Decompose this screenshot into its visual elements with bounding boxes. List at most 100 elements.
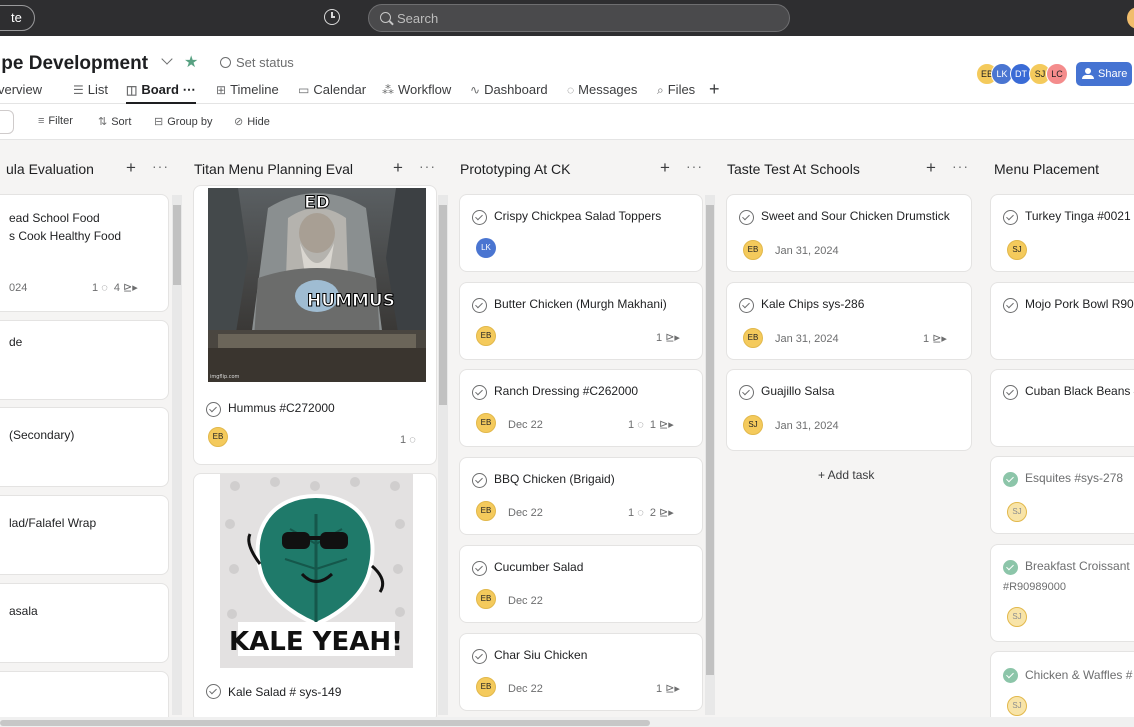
complete-check-icon[interactable] (472, 210, 487, 225)
add-task-button[interactable]: + (660, 158, 670, 178)
task-card[interactable]: asala (0, 583, 169, 663)
task-card[interactable]: Chicken & Waffles # SJ (990, 651, 1134, 717)
complete-check-icon[interactable] (472, 561, 487, 576)
assignee-avatar[interactable]: EB (476, 501, 496, 521)
task-card[interactable]: Crispy Chickpea Salad Toppers LK (459, 194, 703, 272)
tab-calendar[interactable]: ▭ Calendar (298, 82, 366, 104)
set-status-button[interactable]: Set status (236, 55, 294, 70)
add-task-button[interactable]: + (393, 158, 403, 178)
chevron-down-icon[interactable] (161, 53, 173, 65)
tab-dashboard[interactable]: ∿ Dashboard (470, 82, 548, 104)
column-scrollbar[interactable] (705, 195, 715, 715)
task-card[interactable]: ED HUMMUS imgflip.com Hummus #C272000 EB… (193, 185, 437, 465)
tab-list[interactable]: ☰ List (73, 82, 108, 104)
complete-check-icon[interactable] (739, 210, 754, 225)
task-card[interactable]: Turkey Tinga #0021 SJ (990, 194, 1134, 272)
task-card[interactable]: Sweet and Sour Chicken Drumstick EB Jan … (726, 194, 972, 272)
column-more-button[interactable]: ··· (952, 158, 969, 174)
assignee-avatar[interactable]: EB (476, 589, 496, 609)
completed-check-icon[interactable] (1003, 668, 1018, 683)
tab-more-button[interactable]: ⋯ (183, 82, 196, 97)
complete-check-icon[interactable] (472, 385, 487, 400)
tab-workflow[interactable]: ⁂ Workflow (382, 82, 451, 104)
assignee-avatar[interactable]: EB (208, 427, 228, 447)
task-card[interactable]: Cucumber Salad EB Dec 22 (459, 545, 703, 623)
horizontal-scrollbar[interactable] (0, 717, 1134, 727)
assignee-avatar[interactable]: EB (743, 328, 763, 348)
task-card[interactable]: Breakfast Croissant #R90989000 SJ (990, 544, 1134, 642)
scrollbar-thumb[interactable] (0, 720, 650, 726)
completed-check-icon[interactable] (1003, 560, 1018, 575)
complete-check-icon[interactable] (1003, 385, 1018, 400)
add-task-dropdown[interactable] (0, 110, 14, 134)
complete-check-icon[interactable] (472, 298, 487, 313)
complete-check-icon[interactable] (472, 649, 487, 664)
tab-messages[interactable]: ◌ Messages (567, 82, 637, 104)
tab-timeline[interactable]: ⊞ Timeline (216, 82, 279, 104)
assignee-avatar[interactable]: EB (476, 326, 496, 346)
tab-label: Timeline (230, 82, 279, 97)
complete-check-icon[interactable] (1003, 210, 1018, 225)
complete-check-icon[interactable] (1003, 298, 1018, 313)
search-bar[interactable] (368, 4, 790, 32)
task-card[interactable]: Guajillo Salsa SJ Jan 31, 2024 (726, 369, 972, 451)
task-card[interactable]: Butter Chicken (Murgh Makhani) EB 1 ⊵▸ (459, 282, 703, 360)
task-card[interactable]: Mojo Pork Bowl R90 (990, 282, 1134, 360)
complete-check-icon[interactable] (739, 298, 754, 313)
task-card[interactable]: Esquites #sys-278 SJ (990, 456, 1134, 534)
task-card[interactable]: (Secondary) (0, 407, 169, 487)
kale-yeah-sticker: KALE YEAH! (220, 474, 413, 668)
task-card[interactable]: lad/Falafel Wrap (0, 495, 169, 575)
completed-check-icon[interactable] (1003, 472, 1018, 487)
meme-caption-bottom: HUMMUS (307, 291, 395, 311)
star-icon[interactable]: ★ (184, 52, 198, 72)
column-more-button[interactable]: ··· (686, 158, 703, 174)
group-by-button[interactable]: ⊟ Group by (154, 115, 212, 128)
task-card[interactable]: KALE YEAH! Kale Salad # sys-149 (193, 473, 437, 717)
add-task-link[interactable]: + Add task (818, 468, 874, 482)
task-card[interactable]: Ranch Dressing #C262000 EB Dec 22 1 ◌ 1 … (459, 369, 703, 447)
tab-board[interactable]: ◫ Board ⋯ (126, 82, 196, 104)
complete-check-icon[interactable] (739, 385, 754, 400)
task-card[interactable]: BBQ Chicken (Brigaid) EB Dec 22 1 ◌ 2 ⊵▸ (459, 457, 703, 535)
column-more-button[interactable]: ··· (152, 158, 169, 174)
create-button[interactable]: te (0, 5, 35, 31)
due-date: Dec 22 (508, 419, 543, 431)
avatar[interactable]: LC (1046, 63, 1068, 85)
column-more-button[interactable]: ··· (419, 158, 436, 174)
tab-files[interactable]: ⌕ Files (657, 82, 695, 104)
assignee-avatar[interactable]: SJ (1007, 607, 1027, 627)
share-button[interactable]: Share (1076, 62, 1132, 86)
assignee-avatar[interactable]: EB (476, 677, 496, 697)
assignee-avatar[interactable]: SJ (1007, 502, 1027, 522)
sort-button[interactable]: ⇅ Sort (98, 115, 131, 128)
column-scrollbar[interactable] (172, 195, 182, 715)
hide-button[interactable]: ⊘ Hide (234, 115, 270, 128)
complete-check-icon[interactable] (472, 473, 487, 488)
column-title: ula Evaluation (6, 161, 94, 177)
due-date: Dec 22 (508, 507, 543, 519)
task-card[interactable]: Cuban Black Beans # (990, 369, 1134, 447)
complete-check-icon[interactable] (206, 402, 221, 417)
user-avatar[interactable] (1127, 7, 1134, 29)
task-card[interactable]: ead School Food s Cook Healthy Food 024 … (0, 194, 169, 312)
history-icon[interactable] (324, 9, 340, 25)
assignee-avatar[interactable]: EB (476, 413, 496, 433)
column-scrollbar[interactable] (438, 195, 448, 715)
task-card[interactable]: Kale Chips sys-286 EB Jan 31, 2024 1 ⊵▸ (726, 282, 972, 360)
add-task-button[interactable]: + (126, 158, 136, 178)
task-card[interactable]: de (0, 320, 169, 400)
assignee-avatar[interactable]: EB (743, 240, 763, 260)
assignee-avatar[interactable]: LK (476, 238, 496, 258)
assignee-avatar[interactable]: SJ (743, 415, 763, 435)
add-tab-button[interactable]: + (709, 79, 720, 100)
task-card[interactable] (0, 671, 169, 717)
assignee-avatar[interactable]: SJ (1007, 696, 1027, 716)
filter-button[interactable]: ≡ Filter (38, 115, 73, 127)
add-task-button[interactable]: + (926, 158, 936, 178)
search-input[interactable] (397, 8, 777, 28)
complete-check-icon[interactable] (206, 684, 221, 699)
tab-overview[interactable]: verview (0, 82, 42, 104)
task-card[interactable]: Char Siu Chicken EB Dec 22 1 ⊵▸ (459, 633, 703, 711)
assignee-avatar[interactable]: SJ (1007, 240, 1027, 260)
